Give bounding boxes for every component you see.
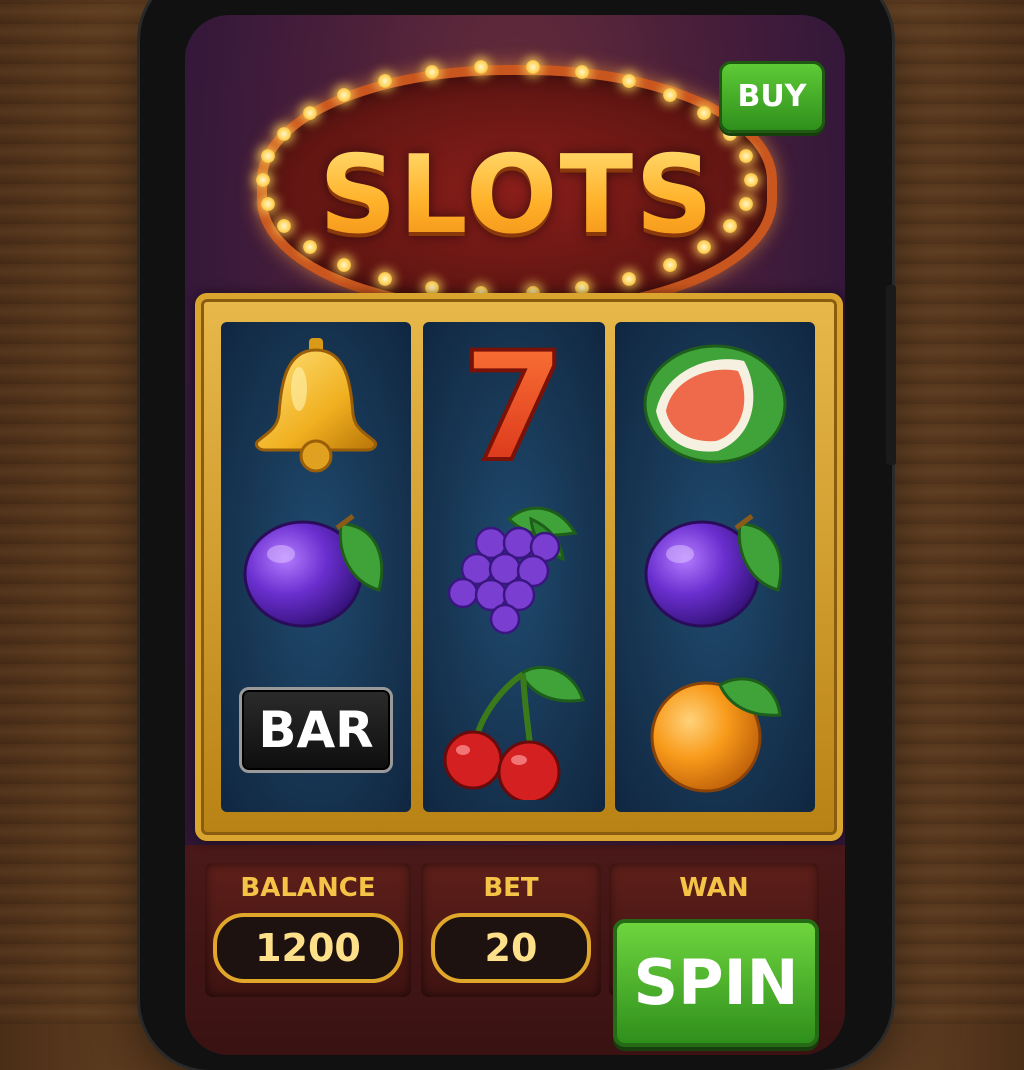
marquee-bulb [663,88,678,103]
marquee-bulb [378,271,392,286]
reel-cell: 7 [423,322,605,485]
marquee-bulb [378,74,392,89]
reel-3 [615,322,815,812]
reel-cell [615,648,815,811]
bet-value: 20 [431,913,591,983]
game-title: SLOTS [267,133,767,258]
reel-cell [221,322,411,485]
marquee-bulb [575,64,590,79]
reel-cell [423,648,605,811]
spin-button[interactable]: SPIN [613,919,819,1047]
bet-label: BET [483,873,539,903]
marquee-bulb [622,74,636,89]
reel-cell: BAR [221,648,411,811]
marquee-bulb [336,257,351,272]
balance-value: 1200 [213,913,403,983]
bar-symbol: BAR [239,686,393,773]
marquee-bulb [663,257,678,272]
marquee-bulb [697,105,712,120]
marquee-bulb [525,59,540,74]
watermelon-icon [643,344,787,463]
balance-panel: BALANCE 1200 [205,863,411,997]
marquee-bulb [302,105,317,120]
bet-panel: BET 20 [421,863,601,997]
orange-icon [650,676,782,792]
plum-icon [243,513,384,627]
marquee-bulb [622,271,636,286]
reel-frame: BAR 7 [195,293,843,841]
reel-cell [221,485,411,648]
plum-icon [644,513,783,627]
marquee-bulb [474,59,489,74]
bell-icon [255,337,377,472]
reel-cell [615,322,815,485]
phone-side-button [886,285,896,465]
win-label: WAN [679,873,749,903]
grapes-icon [447,506,578,634]
slots-marquee: SLOTS [256,59,777,315]
marquee-bulb [336,88,351,103]
reel-cell [423,485,605,648]
seven-symbol-text: 7 [462,339,566,469]
seven-icon: 7 [460,339,568,469]
reel-1: BAR [221,322,411,812]
marquee-bulb [424,64,439,79]
game-screen: SLOTS BUY BAR 7 BALANCE 1200 BET 20 WAN … [185,15,845,1055]
reel-2: 7 [423,322,605,812]
buy-button[interactable]: BUY [719,61,825,133]
balance-label: BALANCE [240,873,376,903]
reel-cell [615,485,815,648]
cherries-icon [443,665,585,800]
